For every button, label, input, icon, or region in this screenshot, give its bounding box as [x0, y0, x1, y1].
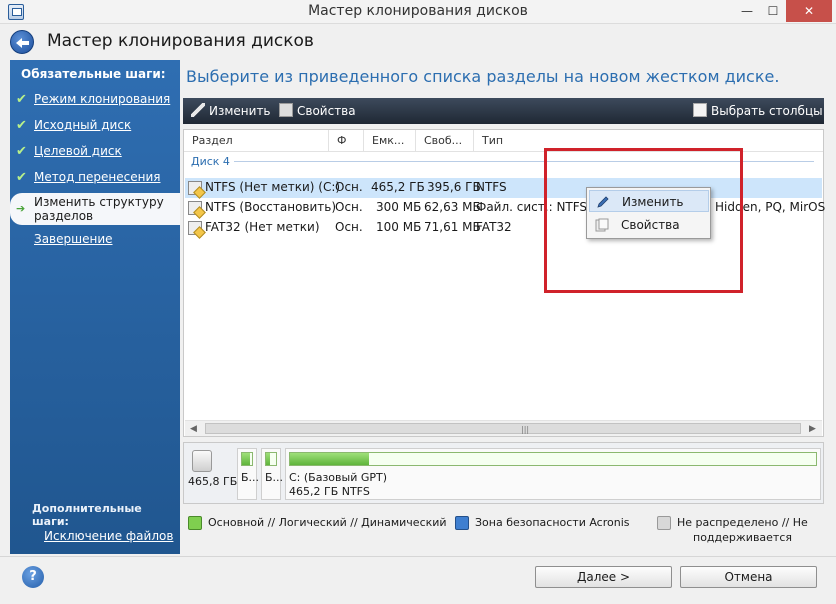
scroll-right-icon[interactable]: ▶ — [809, 424, 816, 434]
partition-icon — [188, 221, 202, 235]
next-button[interactable]: Далее > — [535, 566, 672, 588]
help-icon[interactable]: ? — [22, 566, 44, 588]
partition-icon — [188, 201, 202, 215]
usage-bar — [289, 452, 817, 466]
edit-button[interactable]: Изменить — [191, 102, 271, 120]
back-arrow-icon[interactable] — [10, 30, 34, 54]
optional-steps-heading: Дополнительные шаги: — [32, 502, 142, 528]
sidebar-item-label: Метод перенесения — [34, 170, 161, 184]
scroll-left-icon[interactable]: ◀ — [190, 424, 197, 434]
sidebar-item-partition-layout[interactable]: ➔ Изменить структуру разделов — [10, 193, 180, 225]
highlight-box — [544, 148, 743, 293]
choose-columns-label: Выбрать столбцы — [711, 104, 823, 118]
disk-group-label: Диск 4 — [191, 155, 230, 168]
sidebar-item-source-disk[interactable]: ✔ Исходный диск — [10, 115, 180, 137]
column-type[interactable]: Тип — [474, 130, 534, 152]
horizontal-scrollbar[interactable]: ◀ ||| ▶ — [185, 420, 822, 436]
current-step-arrow-icon: ➔ — [16, 202, 26, 215]
sidebar-item-label: Изменить структуру разделов — [34, 195, 164, 223]
partition-toolbar: Изменить Свойства Выбрать столбцы — [183, 98, 824, 124]
sidebar-item-file-exclusion[interactable]: Исключение файлов — [44, 529, 173, 543]
disk-map: 465,8 ГБ Б... Б... C: (Базовый GPT) 465,… — [183, 442, 824, 504]
columns-icon — [693, 103, 707, 117]
pencil-icon — [191, 103, 205, 117]
close-button[interactable]: ✕ — [786, 0, 832, 22]
legend-swatch — [455, 516, 469, 530]
disk-partition-block[interactable]: Б... — [261, 448, 283, 500]
steps-sidebar: Обязательные шаги: ✔ Режим клонирования … — [10, 60, 180, 554]
instruction-text: Выберите из приведенного списка разделы … — [186, 67, 780, 86]
sidebar-item-label: Исходный диск — [34, 118, 132, 132]
sidebar-item-target-disk[interactable]: ✔ Целевой диск — [10, 141, 180, 163]
cancel-button[interactable]: Отмена — [680, 566, 817, 588]
sidebar-item-label: Целевой диск — [34, 144, 122, 158]
usage-bar — [265, 452, 277, 466]
sidebar-item-transfer-method[interactable]: ✔ Метод перенесения — [10, 167, 180, 189]
maximize-button[interactable]: ☐ — [758, 0, 788, 22]
properties-icon — [279, 103, 293, 117]
scroll-thumb[interactable]: ||| — [205, 423, 801, 434]
legend-swatch — [657, 516, 671, 530]
disk-size: 465,8 ГБ — [188, 475, 238, 488]
page-title: Мастер клонирования дисков — [47, 31, 314, 51]
check-icon: ✔ — [16, 92, 27, 107]
check-icon: ✔ — [16, 170, 27, 185]
column-free[interactable]: Своб... — [416, 130, 474, 152]
legend-swatch — [188, 516, 202, 530]
sidebar-item-finish[interactable]: Завершение — [10, 229, 180, 251]
partition-icon — [188, 181, 202, 195]
window-title: Мастер клонирования дисков — [308, 3, 528, 19]
column-partition[interactable]: Раздел — [184, 130, 329, 152]
properties-button[interactable]: Свойства — [279, 102, 356, 120]
sidebar-item-label: Завершение — [34, 232, 113, 246]
sidebar-item-label: Режим клонирования — [34, 92, 171, 106]
title-bar: Мастер клонирования дисков — ☐ ✕ — [0, 0, 836, 24]
wizard-footer: ? Далее > Отмена — [0, 556, 836, 604]
properties-button-label: Свойства — [297, 104, 356, 118]
usage-bar — [241, 452, 253, 466]
check-icon: ✔ — [16, 144, 27, 159]
edit-button-label: Изменить — [209, 104, 271, 118]
sidebar-item-clone-mode[interactable]: ✔ Режим клонирования — [10, 89, 180, 111]
scroll-grip-icon: ||| — [521, 425, 530, 434]
column-capacity[interactable]: Емк... — [364, 130, 416, 152]
disk-partition-block[interactable]: Б... — [237, 448, 259, 500]
choose-columns-button[interactable]: Выбрать столбцы — [693, 102, 823, 120]
disk-partition-block-c[interactable]: C: (Базовый GPT) 465,2 ГБ NTFS — [285, 448, 821, 500]
hard-disk-icon — [192, 450, 212, 472]
wizard-header: Мастер клонирования дисков — [0, 24, 836, 58]
required-steps-heading: Обязательные шаги: — [21, 67, 166, 81]
column-flag[interactable]: Ф — [329, 130, 364, 152]
check-icon: ✔ — [16, 118, 27, 133]
